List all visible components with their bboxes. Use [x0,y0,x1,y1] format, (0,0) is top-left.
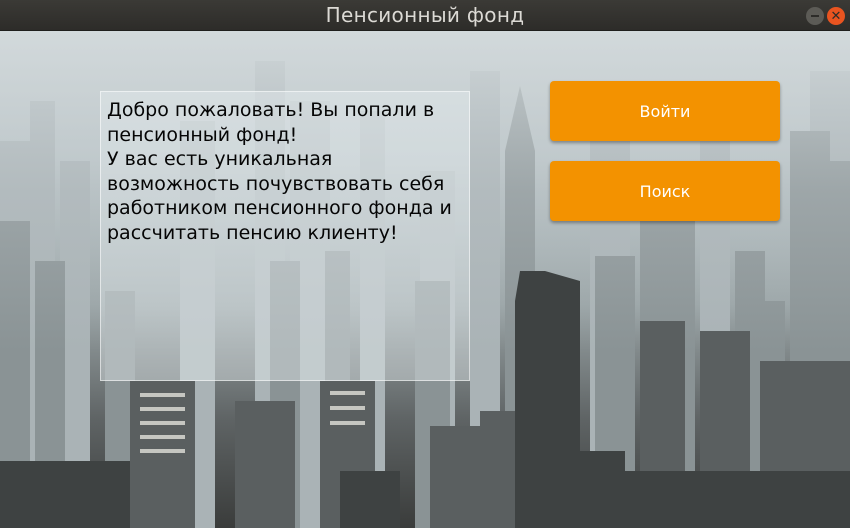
minimize-button[interactable] [806,7,824,25]
close-icon: ✕ [830,8,842,24]
close-button[interactable]: ✕ [827,7,845,25]
title-bar[interactable]: Пенсионный фонд ✕ [0,0,850,31]
minimize-icon [811,15,819,17]
main-content: Добро пожаловать! Вы попали в пенсионный… [0,31,850,528]
welcome-message: Добро пожаловать! Вы попали в пенсионный… [107,99,452,244]
window-title: Пенсионный фонд [325,3,525,27]
login-button[interactable]: Войти [550,81,780,141]
app-window: Пенсионный фонд ✕ Добро пожаловать! Вы п… [0,0,850,528]
search-button[interactable]: Поиск [550,161,780,221]
welcome-text-area[interactable]: Добро пожаловать! Вы попали в пенсионный… [100,91,470,381]
